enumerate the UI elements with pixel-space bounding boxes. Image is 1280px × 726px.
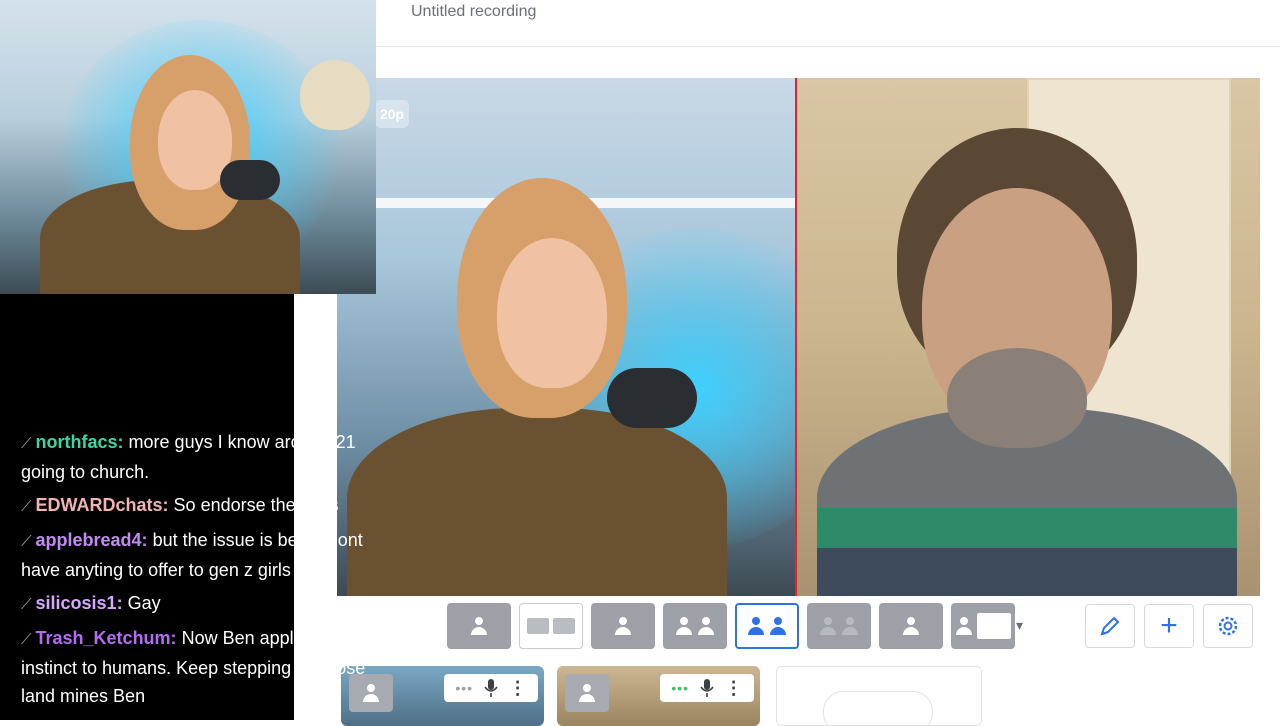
layout-split-button[interactable]: [735, 603, 799, 649]
avatar: [565, 674, 609, 712]
stage-tile-guest: [797, 78, 1260, 596]
host-mic: [607, 368, 697, 428]
chat-username: silicosis1:: [35, 593, 123, 613]
person-icon: [470, 617, 488, 635]
add-source-button[interactable]: [823, 691, 933, 725]
chat-username: EDWARDchats:: [35, 495, 169, 515]
screen-icon: [977, 613, 1011, 639]
chat-badge-icon: ⟋: [21, 435, 32, 452]
chevron-down-icon[interactable]: ▾: [1016, 617, 1023, 634]
audio-level-icon: •••: [455, 680, 474, 696]
layout-group-button[interactable]: [519, 603, 583, 649]
chat-message: ⟋ Trash_Ketchum: Now Ben applies monkey i…: [21, 624, 401, 710]
microphone-icon[interactable]: [700, 678, 714, 698]
streamer-webcam: [0, 0, 376, 294]
microphone-icon[interactable]: [484, 678, 498, 698]
person-icon: [578, 684, 596, 702]
person-icon: [769, 617, 787, 635]
chat-badge-icon: ⟋: [21, 533, 32, 550]
person-icon: [614, 617, 632, 635]
chat-text: So endorse the gays: [173, 495, 339, 515]
participant-card-guest[interactable]: ••• ⋮: [557, 666, 760, 726]
chat-badge-icon: ⟋: [21, 631, 32, 648]
plus-icon: +: [1160, 609, 1178, 642]
person-icon: [841, 617, 859, 635]
person-icon: [697, 617, 715, 635]
chat-badge-icon: ⟋: [21, 596, 32, 613]
audio-level-icon: •••: [671, 680, 690, 696]
chat-badge-icon: ⟋: [21, 498, 32, 515]
tile-icon: [527, 618, 549, 634]
chat-messages: ⟋ northfacs: more guys I know around 21 g…: [21, 428, 401, 715]
pencil-icon: [1100, 616, 1120, 636]
layout-solo-button[interactable]: [447, 603, 511, 649]
person-icon: [902, 617, 920, 635]
lamp-shade: [300, 60, 370, 130]
layout-leader-button[interactable]: [663, 603, 727, 649]
person-icon: [819, 617, 837, 635]
streamer-mic: [220, 160, 280, 200]
chat-message: ⟋ EDWARDchats: So endorse the gays: [21, 491, 401, 521]
chat-message: ⟋ northfacs: more guys I know around 21 g…: [21, 428, 401, 486]
host-face: [497, 238, 607, 388]
main-stage: 20p: [337, 78, 1260, 596]
layout-pip-button[interactable]: [591, 603, 655, 649]
tile-icon: [553, 618, 575, 634]
layout-list-button[interactable]: [951, 603, 1015, 649]
stage-tile-host: 20p: [337, 78, 797, 596]
add-participant-card[interactable]: [776, 666, 982, 726]
edit-button[interactable]: [1085, 604, 1135, 648]
chat-message: ⟋ applebread4: but the issue is ben u don…: [21, 526, 401, 584]
chat-message: ⟋ silicosis1: Gay: [21, 589, 401, 619]
settings-button[interactable]: [1203, 604, 1253, 648]
chat-text: Gay: [127, 593, 161, 613]
person-icon: [955, 617, 973, 635]
gear-icon: [1218, 616, 1238, 636]
person-icon: [747, 617, 765, 635]
layout-split-alt-button[interactable]: [807, 603, 871, 649]
more-options-icon[interactable]: ⋮: [509, 678, 527, 699]
chat-username: northfacs:: [35, 432, 124, 452]
participant-controls: ••• ⋮: [660, 674, 754, 702]
person-icon: [675, 617, 693, 635]
layout-selector: [447, 603, 1015, 649]
host-body: [347, 408, 727, 596]
resolution-badge: 20p: [375, 100, 409, 128]
add-button[interactable]: +: [1144, 604, 1194, 648]
layout-screen-button[interactable]: [879, 603, 943, 649]
chat-username: applebread4:: [35, 530, 148, 550]
chat-username: Trash_Ketchum:: [35, 628, 177, 648]
more-options-icon[interactable]: ⋮: [725, 678, 743, 699]
recording-title[interactable]: Untitled recording: [411, 3, 536, 21]
participant-controls: ••• ⋮: [444, 674, 538, 702]
studio-header: Untitled recording: [376, 0, 1280, 47]
guest-beard: [947, 348, 1087, 448]
